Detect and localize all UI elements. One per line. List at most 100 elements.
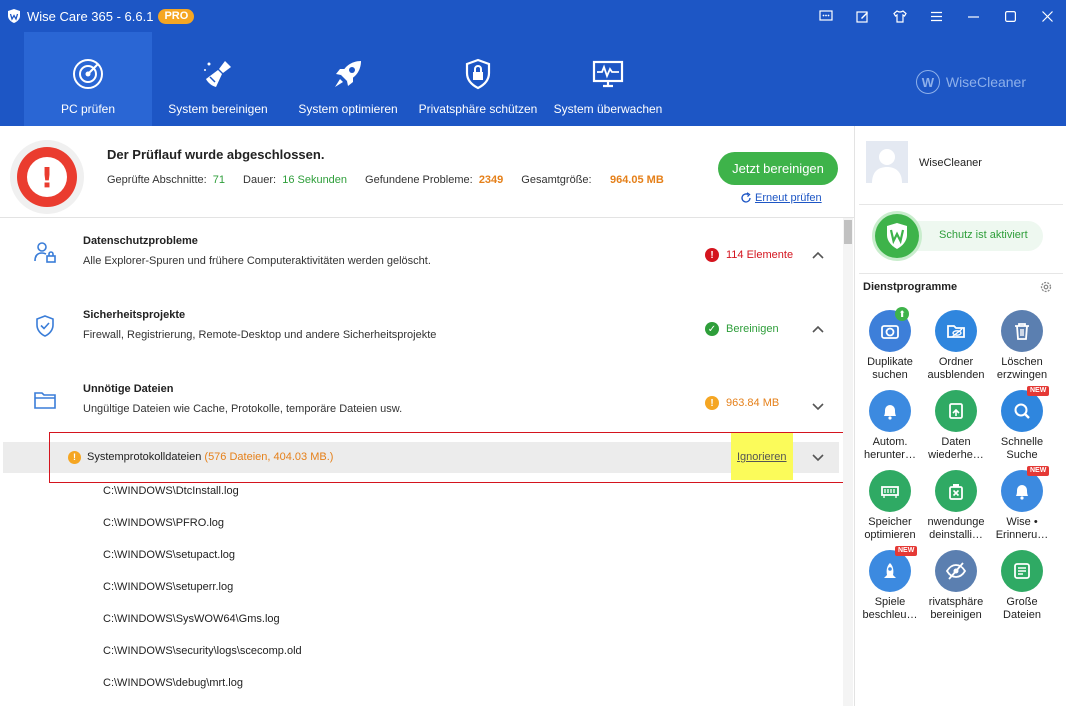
monitor-pulse-icon <box>592 60 624 88</box>
highlight-box <box>49 432 846 483</box>
tool-label: Spiele beschleu… <box>862 596 918 621</box>
close-icon[interactable] <box>1029 0 1066 32</box>
tool-memory-optimize[interactable]: Speicher optimieren <box>857 470 923 550</box>
avatar[interactable] <box>866 141 908 183</box>
nav-label: System bereinigen <box>168 102 268 116</box>
tool-label: nwendunge deinstalli… <box>927 516 985 541</box>
magnifier-icon <box>1001 390 1043 432</box>
maximize-icon[interactable] <box>992 0 1029 32</box>
file-path: C:\WINDOWS\setupact.log <box>103 549 236 561</box>
scrollbar-thumb[interactable] <box>844 220 852 244</box>
warning-icon: ! <box>705 396 719 410</box>
tool-wise-reminder[interactable]: NEW Wise • Erinneru… <box>989 466 1055 550</box>
tool-duplicates[interactable]: ⬆ Duplikate suchen <box>857 307 923 390</box>
nav-label: PC prüfen <box>60 102 116 116</box>
title-bar: Wise Care 365 - 6.6.1 PRO <box>0 0 1066 32</box>
tool-label: Große Dateien <box>1003 596 1041 621</box>
problems-count: 2349 <box>478 174 504 186</box>
restore-icon <box>935 390 977 432</box>
bell-icon <box>869 390 911 432</box>
user-name: WiseCleaner <box>919 157 982 169</box>
new-badge: NEW <box>1027 386 1050 396</box>
reminder-bell-icon <box>1001 470 1043 512</box>
tool-label: Daten wiederhe… <box>928 436 984 461</box>
chevron-up-icon[interactable] <box>811 322 825 336</box>
rescan-link[interactable]: Erneut prüfen <box>740 192 822 204</box>
gear-icon[interactable] <box>1039 280 1053 294</box>
tool-fast-search[interactable]: NEW Schnelle Suche <box>989 386 1055 470</box>
category-privacy-issues[interactable]: Datenschutzprobleme Alle Explorer-Spuren… <box>0 218 840 292</box>
nav-system-monitor[interactable]: System überwachen <box>548 32 668 126</box>
scan-results-panel: ! Der Prüflauf wurde abgeschlossen. Gepr… <box>0 126 854 706</box>
menu-icon[interactable] <box>918 0 955 32</box>
minimize-icon[interactable] <box>955 0 992 32</box>
tool-game-boost[interactable]: NEW Spiele beschleu… <box>857 546 923 630</box>
tool-privacy-eraser[interactable]: rivatsphäre bereinigen <box>923 550 989 630</box>
pro-badge: PRO <box>158 8 195 24</box>
nav-system-optimize[interactable]: System optimieren <box>288 32 408 126</box>
trash-icon <box>1001 310 1043 352</box>
summary-stats: Geprüfte Abschnitte: 71 Dauer: 16 Sekunde… <box>107 174 664 186</box>
nav-system-clean[interactable]: System bereinigen <box>156 32 280 126</box>
protection-status[interactable]: Schutz ist aktiviert <box>875 214 1043 258</box>
chevron-up-icon[interactable] <box>811 248 825 262</box>
folder-hide-icon <box>935 310 977 352</box>
side-panel: WiseCleaner Schutz ist aktiviert Dienstp… <box>854 126 1066 706</box>
user-silhouette-icon <box>866 141 908 183</box>
category-status: ! 963.84 MB <box>705 396 779 410</box>
shield-lock-icon <box>465 58 491 90</box>
check-icon: ✓ <box>705 322 719 336</box>
skin-icon[interactable] <box>881 0 918 32</box>
error-icon: ! <box>705 248 719 262</box>
category-title: Sicherheitsprojekte <box>83 309 186 321</box>
tool-force-delete[interactable]: Löschen erzwingen <box>989 310 1055 390</box>
clean-now-button[interactable]: Jetzt bereinigen <box>718 152 838 185</box>
edit-icon[interactable] <box>844 0 881 32</box>
protection-label: Schutz ist aktiviert <box>939 229 1028 241</box>
tool-large-files[interactable]: Große Dateien <box>989 550 1055 630</box>
nav-privacy-protect[interactable]: Privatsphäre schützen <box>418 32 538 126</box>
new-badge: NEW <box>1027 466 1050 476</box>
tool-label: Duplikate suchen <box>867 356 913 381</box>
nav-label: Privatsphäre schützen <box>418 102 538 116</box>
wisecleaner-brand: W WiseCleaner <box>915 70 1026 94</box>
tool-label: Schnelle Suche <box>1000 436 1044 461</box>
eye-off-icon <box>935 550 977 592</box>
new-badge: NEW <box>895 546 918 556</box>
chevron-down-icon[interactable] <box>811 400 825 414</box>
wise-shield-icon <box>875 214 919 258</box>
tool-label: Speicher optimieren <box>864 516 916 541</box>
divider <box>859 204 1063 205</box>
category-security-projects[interactable]: Sicherheitsprojekte Firewall, Registrier… <box>0 292 840 366</box>
radar-icon <box>73 59 103 89</box>
category-title: Unnötige Dateien <box>83 383 174 395</box>
user-lock-icon <box>34 242 56 263</box>
folder-icon <box>34 392 56 409</box>
brand-name: WiseCleaner <box>945 74 1026 90</box>
tools-title: Dienstprogramme <box>863 281 958 293</box>
checked-count: 71 <box>212 174 226 186</box>
uninstall-icon <box>935 470 977 512</box>
total-size: 964.05 MB <box>609 174 664 186</box>
main-navigation: PC prüfen System bereinigen System optim… <box>0 32 1066 126</box>
feedback-icon[interactable] <box>807 0 844 32</box>
shield-check-icon <box>36 315 54 337</box>
tool-label: Wise • Erinneru… <box>995 516 1049 541</box>
category-description: Alle Explorer-Spuren und frühere Compute… <box>83 255 431 267</box>
alert-icon: ! <box>10 140 84 214</box>
tool-auto-shutdown[interactable]: Autom. herunter… <box>857 390 923 470</box>
wisecleaner-logo-icon: W <box>915 70 940 94</box>
tool-uninstaller[interactable]: nwendunge deinstalli… <box>923 470 989 550</box>
nav-pc-check[interactable]: PC prüfen <box>24 32 152 126</box>
divider <box>859 273 1063 274</box>
refresh-icon <box>741 192 751 203</box>
category-description: Ungültige Dateien wie Cache, Protokolle,… <box>83 403 403 415</box>
category-junk-files[interactable]: Unnötige Dateien Ungültige Dateien wie C… <box>0 366 840 440</box>
tool-label: rivatsphäre bereinigen <box>928 596 984 621</box>
tool-hide-folder[interactable]: Ordner ausblenden <box>923 310 989 390</box>
scan-duration: 16 Sekunden <box>282 174 348 186</box>
category-description: Firewall, Registrierung, Remote-Desktop … <box>83 329 437 341</box>
game-rocket-icon <box>869 550 911 592</box>
vertical-scrollbar[interactable] <box>843 218 853 706</box>
tool-data-recovery[interactable]: Daten wiederhe… <box>923 390 989 470</box>
